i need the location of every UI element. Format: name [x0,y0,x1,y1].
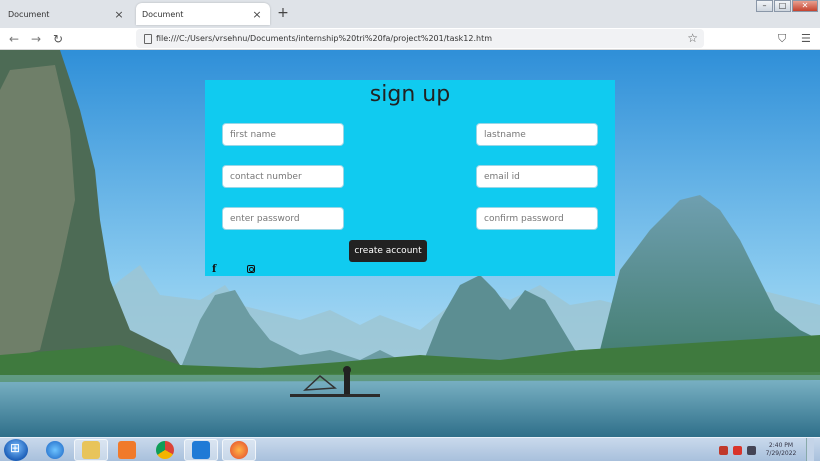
chrome-icon[interactable] [148,439,182,461]
tray-icon[interactable] [719,445,728,455]
page-title: sign up [369,82,451,107]
create-account-button[interactable]: create account [349,240,427,262]
taskbar: 2:40 PM 7/29/2022 [0,437,820,461]
tab-title: Document [142,9,184,19]
forward-button[interactable]: → [28,31,44,47]
tab-document-1[interactable]: Document × [2,3,132,25]
contact-number-field[interactable] [222,165,344,188]
page-icon [144,33,152,44]
new-tab-button[interactable]: + [276,5,290,21]
firefox-icon[interactable] [222,439,256,461]
last-name-field[interactable] [476,123,598,146]
page-viewport: sign up create account f [0,50,820,437]
tab-strip: Document × Document × + – □ ✕ [0,0,820,28]
pocket-icon[interactable]: ⛉ [778,32,786,46]
menu-icon[interactable]: ☰ [801,32,811,45]
email-field[interactable] [476,165,598,188]
vscode-icon[interactable] [184,439,218,461]
clock-time: 2:40 PM [768,442,794,449]
show-desktop-button[interactable] [806,438,814,461]
tab-title: Document [8,9,50,19]
url-text: file:///C:/Users/vrsehnu/Documents/inter… [156,34,492,43]
internet-explorer-icon[interactable] [38,439,72,461]
media-player-icon[interactable] [110,439,144,461]
clock-date: 7/29/2022 [765,450,797,457]
reload-button[interactable]: ↻ [50,31,66,47]
tab-document-2[interactable]: Document × [136,3,270,25]
first-name-field[interactable] [222,123,344,146]
tab-close-icon[interactable]: × [112,8,126,21]
minimize-button[interactable]: – [756,0,773,12]
system-tray: 2:40 PM 7/29/2022 [719,438,820,461]
window-controls: – □ ✕ [756,0,818,12]
password-field[interactable] [222,207,344,230]
file-explorer-icon[interactable] [74,439,108,461]
address-bar[interactable]: file:///C:/Users/vrsehnu/Documents/inter… [136,29,704,48]
star-icon[interactable]: ☆ [687,31,698,45]
network-icon[interactable] [747,445,756,455]
start-button[interactable] [4,439,28,461]
confirm-password-field[interactable] [476,207,598,230]
tray-icon[interactable] [733,445,742,455]
maximize-button[interactable]: □ [774,0,791,12]
clock[interactable]: 2:40 PM 7/29/2022 [761,442,801,458]
instagram-icon[interactable] [247,265,255,273]
signup-panel: sign up create account f [205,80,615,276]
back-button[interactable]: ← [6,31,22,47]
close-window-button[interactable]: ✕ [792,0,818,12]
facebook-icon[interactable]: f [212,264,220,275]
tab-close-icon[interactable]: × [250,8,264,21]
browser-toolbar: ← → ↻ file:///C:/Users/vrsehnu/Documents… [0,28,820,50]
